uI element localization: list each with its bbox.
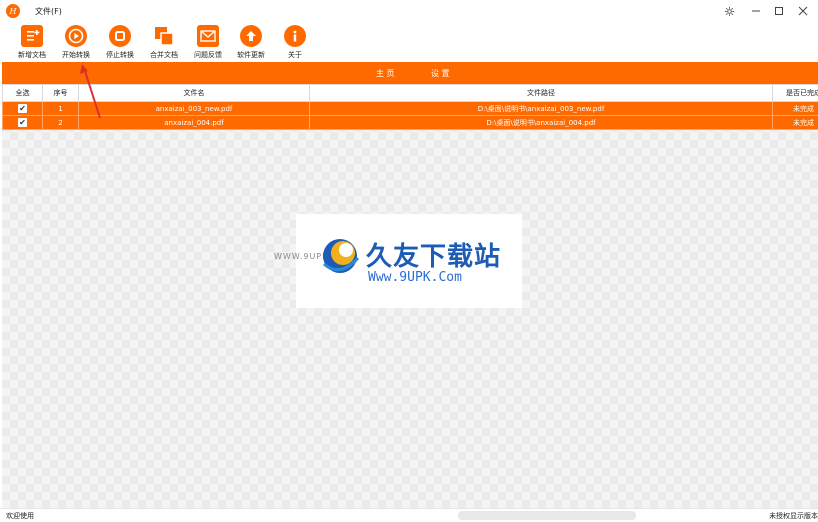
status-bar: 欢迎使用 未授权显示版本 xyxy=(0,508,818,522)
app-logo-icon: H xyxy=(6,4,20,18)
row-status: 未完成 xyxy=(772,115,818,130)
feedback-button[interactable]: 问题反馈 xyxy=(187,23,229,61)
row-checkbox-cell[interactable]: ✔ xyxy=(2,115,43,130)
table-row[interactable]: ✔ 2 anxaizai_004.pdf D:\桌面\说明书\anxaizai_… xyxy=(2,115,818,130)
row-path: D:\桌面\说明书\anxaizai_003_new.pdf xyxy=(309,101,773,116)
merge-document-label: 合并文档 xyxy=(150,51,178,59)
row-index: 1 xyxy=(42,101,79,116)
settings-gear-icon[interactable] xyxy=(720,3,738,19)
minimize-icon[interactable] xyxy=(747,3,765,19)
close-icon[interactable] xyxy=(794,3,812,19)
stop-convert-button[interactable]: 停止转换 xyxy=(99,23,141,61)
checkbox-checked-icon[interactable]: ✔ xyxy=(18,118,27,127)
checkbox-checked-icon[interactable]: ✔ xyxy=(18,104,27,113)
about-label: 关于 xyxy=(288,51,302,59)
header-select-all[interactable]: 全选 xyxy=(2,84,43,102)
merge-icon xyxy=(153,25,175,47)
watermark-title: 久友下载站 xyxy=(366,242,502,272)
title-bar: H 文件(F) xyxy=(0,0,818,22)
stop-convert-label: 停止转换 xyxy=(106,51,134,59)
watermark-url: Www.9UPK.Com xyxy=(368,270,462,285)
start-convert-button[interactable]: 开始转换 xyxy=(55,23,97,61)
software-update-label: 软件更新 xyxy=(237,51,265,59)
stop-icon xyxy=(109,25,131,47)
header-index: 序号 xyxy=(42,84,79,102)
software-update-button[interactable]: 软件更新 xyxy=(230,23,272,61)
feedback-label: 问题反馈 xyxy=(194,51,222,59)
tab-settings[interactable]: 设 置 xyxy=(431,68,450,79)
header-path: 文件路径 xyxy=(309,84,773,102)
add-document-icon xyxy=(21,25,43,47)
info-icon xyxy=(284,25,306,47)
table-header-row: 全选 序号 文件名 文件路径 是否已完成 xyxy=(2,84,818,102)
watermark-logo-icon xyxy=(323,239,360,273)
add-document-label: 新增文档 xyxy=(18,51,46,59)
menu-file[interactable]: 文件(F) xyxy=(35,6,62,17)
row-index: 2 xyxy=(42,115,79,130)
header-filename: 文件名 xyxy=(78,84,310,102)
status-message: 欢迎使用 xyxy=(6,512,34,520)
row-path: D:\桌面\说明书\anxaizai_004.pdf xyxy=(309,115,773,130)
row-checkbox-cell[interactable]: ✔ xyxy=(2,101,43,116)
upload-arrow-icon xyxy=(240,25,262,47)
add-document-button[interactable]: 新增文档 xyxy=(11,23,53,61)
mail-icon xyxy=(197,25,219,47)
annotation-arrow-icon xyxy=(80,64,101,119)
table-row[interactable]: ✔ 1 anxaizai_003_new.pdf D:\桌面\说明书\anxai… xyxy=(2,101,818,116)
merge-document-button[interactable]: 合并文档 xyxy=(143,23,185,61)
about-button[interactable]: 关于 xyxy=(274,23,316,61)
progress-bar xyxy=(458,511,636,520)
row-status: 未完成 xyxy=(772,101,818,116)
watermark: WWW.9UPK.COM 久友下载站 Www.9UPK.Com xyxy=(274,214,522,308)
tab-home[interactable]: 主 页 xyxy=(376,68,395,79)
maximize-icon[interactable] xyxy=(770,3,788,19)
row-filename: anxaizai_003_new.pdf xyxy=(78,101,310,116)
tab-bar: 主 页 设 置 xyxy=(2,62,818,84)
license-status: 未授权显示版本 xyxy=(769,512,818,520)
toolbar: 新增文档 开始转换 停止转换 合并文档 问题反馈 软件更新 关于 xyxy=(0,22,818,62)
play-icon xyxy=(65,25,87,47)
file-table: 全选 序号 文件名 文件路径 是否已完成 ✔ 1 anxaizai_003_ne… xyxy=(2,84,818,130)
header-status: 是否已完成 xyxy=(772,84,818,102)
start-convert-label: 开始转换 xyxy=(62,51,90,59)
row-filename: anxaizai_004.pdf xyxy=(78,115,310,130)
